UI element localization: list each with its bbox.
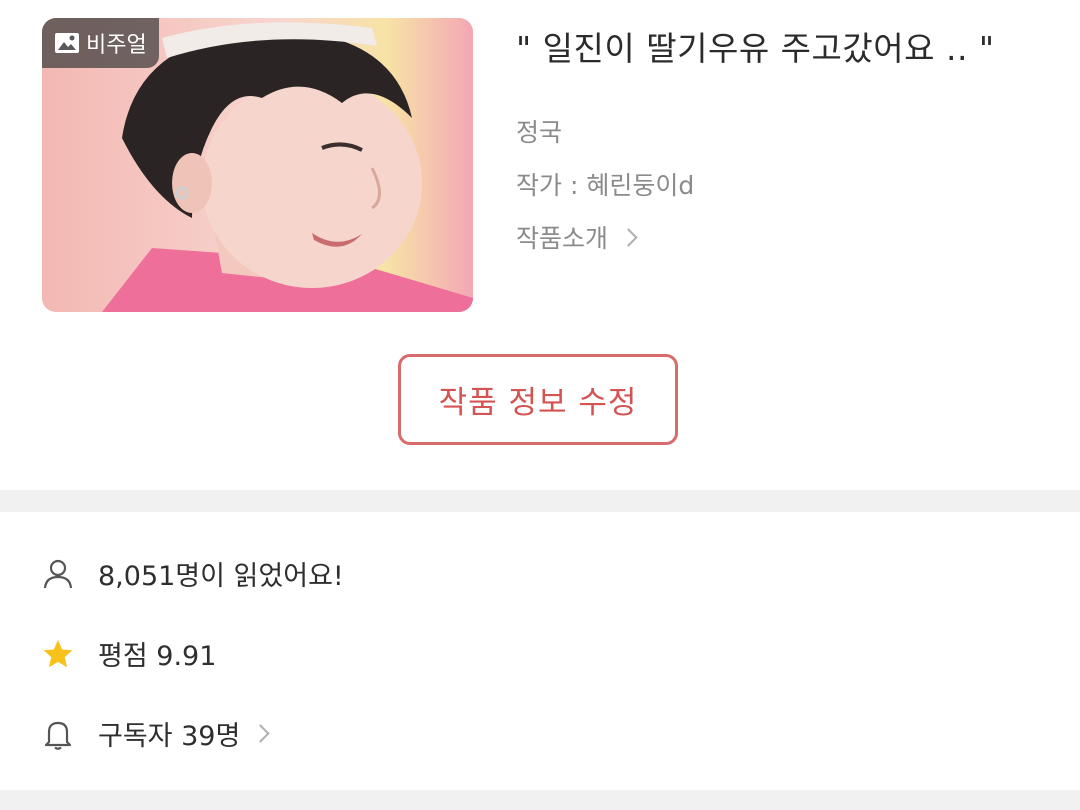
work-header: 비주얼 " 일진이 딸기우유 주고갔어요 .. " 정국 작가 : 혜린둥이d … — [0, 0, 1080, 490]
section-divider — [0, 490, 1080, 512]
subscribers-count: 구독자 39명 — [98, 721, 241, 752]
subscribers-stat[interactable]: 구독자 39명 — [42, 714, 271, 753]
edit-work-info-button[interactable]: 작품 정보 수정 — [398, 354, 678, 445]
star-icon — [42, 638, 74, 670]
readers-count: 8,051명이 읽었어요! — [98, 561, 344, 592]
visual-badge: 비주얼 — [42, 18, 159, 68]
work-intro-label: 작품소개 — [516, 224, 609, 253]
readers-stat: 8,051명이 읽었어요! — [42, 554, 344, 593]
image-icon — [55, 33, 79, 53]
chevron-right-icon — [251, 724, 271, 743]
bell-icon — [42, 718, 74, 750]
work-intro-link[interactable]: 작품소개 — [516, 219, 638, 255]
work-title: " 일진이 딸기우유 주고갔어요 .. " — [516, 29, 995, 68]
section-divider-bottom — [0, 790, 1080, 810]
work-genre: 정국 — [516, 118, 563, 147]
person-icon — [42, 558, 74, 590]
rating-value: 평점 9.91 — [98, 641, 217, 672]
work-author: 작가 : 혜린둥이d — [516, 171, 695, 200]
visual-badge-label: 비주얼 — [86, 33, 147, 58]
cover-image[interactable]: 비주얼 — [42, 18, 473, 312]
rating-stat: 평점 9.91 — [42, 634, 216, 673]
chevron-right-icon — [619, 227, 638, 247]
